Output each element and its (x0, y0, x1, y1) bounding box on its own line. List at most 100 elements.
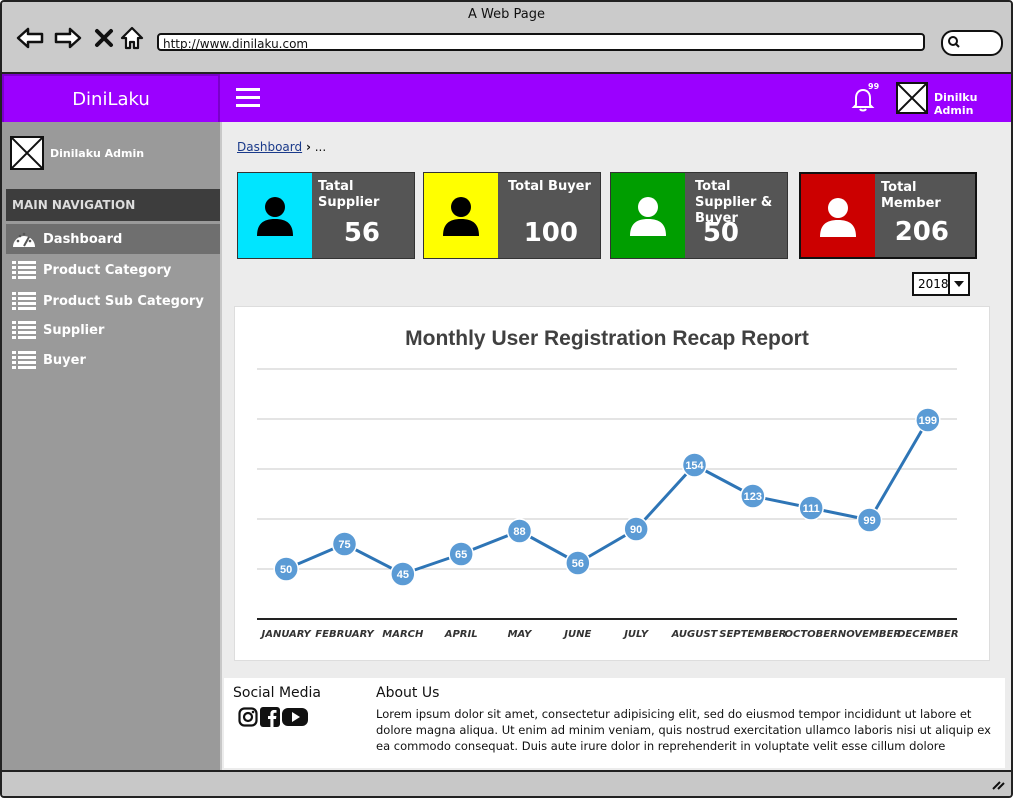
data-label: 99 (863, 515, 875, 527)
x-tick-label: APRIL (444, 629, 478, 640)
resize-grip-icon[interactable] (989, 778, 1005, 790)
notification-count: 99 (868, 82, 880, 91)
stop-x-icon[interactable] (90, 24, 118, 52)
sidebar-item-label: Product Sub Category (43, 293, 204, 309)
stat-card-total-buyer[interactable]: Total Buyer 100 (423, 172, 601, 259)
list-icon (11, 290, 37, 312)
brand-logo[interactable]: DiniLaku (2, 74, 220, 124)
breadcrumb: Dashboard › ... (237, 140, 326, 154)
card-color-block (801, 174, 875, 257)
list-icon (11, 319, 37, 341)
chart-svg: Monthly User Registration Recap Report JA… (257, 327, 959, 640)
x-tick-label: NOVEMBER (838, 629, 901, 640)
data-label: 199 (919, 415, 937, 427)
footer: Social Media About Us Lorem ipsum dolor … (224, 678, 1005, 768)
sidebar-item-label: Product Category (43, 262, 172, 278)
card-value: 56 (343, 218, 380, 248)
address-bar[interactable]: http://www.dinilaku.com (157, 33, 925, 51)
about-us-text: Lorem ipsum dolor sit amet, consectetur … (376, 707, 991, 753)
x-tick-label: MARCH (382, 629, 424, 640)
data-label: 123 (744, 491, 762, 503)
facebook-icon[interactable] (260, 707, 280, 731)
card-label: Total Member (881, 180, 941, 211)
card-value: 206 (894, 217, 949, 247)
browser-search-field[interactable] (941, 30, 1003, 56)
app-header: DiniLaku 99 Dinilku Admin (2, 74, 1011, 124)
sidebar-section-title: MAIN NAVIGATION (6, 189, 220, 221)
sidebar-item-product-category[interactable]: Product Category (6, 255, 220, 285)
menu-toggle-icon[interactable] (236, 88, 260, 108)
youtube-icon[interactable] (282, 707, 308, 731)
x-tick-label: JULY (622, 629, 650, 640)
forward-arrow-icon[interactable] (54, 24, 82, 52)
social-media-title: Social Media (233, 685, 322, 701)
card-color-block (238, 173, 312, 258)
year-select-value: 2018 (918, 277, 949, 291)
browser-window: A Web Page http://www.dinilaku.com DiniL… (0, 0, 1013, 798)
data-label: 45 (397, 569, 409, 581)
user-avatar[interactable] (896, 82, 928, 114)
card-label: Tatal Supplier (318, 179, 380, 210)
series-line (285, 419, 930, 576)
card-value: 100 (523, 218, 578, 248)
stat-card-total-supplier[interactable]: Tatal Supplier 56 (237, 172, 415, 259)
browser-status-bar (2, 770, 1011, 796)
card-color-block (611, 173, 685, 258)
main-content: Dashboard › ... Tatal Supplier 56 Total … (222, 122, 1011, 770)
breadcrumb-dashboard-link[interactable]: Dashboard (237, 140, 302, 154)
user-icon (630, 197, 666, 236)
data-label: 111 (803, 503, 820, 515)
year-select[interactable]: 2018 (912, 272, 970, 296)
user-icon (257, 197, 293, 236)
registration-chart: Monthly User Registration Recap Report JA… (234, 306, 990, 661)
sidebar-item-label: Supplier (43, 322, 105, 338)
x-tick-label: AUGUST (671, 629, 719, 640)
sidebar-item-dashboard[interactable]: Dashboard (6, 224, 220, 254)
data-label: 88 (513, 526, 525, 538)
stat-card-total-supplier-buyer[interactable]: Total Supplier & Buyer 50 (610, 172, 788, 259)
window-title: A Web Page (468, 7, 545, 22)
chart-title: Monthly User Registration Recap Report (405, 327, 809, 350)
user-icon (820, 198, 856, 237)
data-label: 65 (455, 549, 467, 561)
sidebar: Dinilaku Admin MAIN NAVIGATION Dashboard… (2, 122, 220, 770)
sidebar-user-name: Dinilaku Admin (50, 147, 145, 160)
search-icon (948, 36, 960, 48)
about-us-title: About Us (376, 685, 440, 701)
header-user-name[interactable]: Dinilku Admin (934, 91, 1011, 117)
data-label: 56 (572, 558, 584, 570)
social-icons (238, 707, 308, 731)
x-tick-label: DECEMBER (897, 629, 958, 640)
chevron-down-icon[interactable] (948, 274, 968, 294)
card-color-block (424, 173, 498, 258)
back-arrow-icon[interactable] (16, 24, 44, 52)
browser-toolbar: A Web Page http://www.dinilaku.com (2, 2, 1011, 74)
sidebar-item-product-sub-category[interactable]: Product Sub Category (6, 286, 220, 316)
card-label: Total Buyer (508, 179, 591, 194)
data-label: 154 (685, 460, 704, 472)
x-tick-label: MAY (508, 629, 534, 640)
breadcrumb-rest: ... (314, 140, 327, 154)
x-tick-label: OCTOBER (785, 629, 838, 640)
x-tick-label: JUNE (562, 629, 591, 640)
stat-card-total-member[interactable]: Total Member 206 (799, 172, 977, 259)
user-icon (443, 197, 479, 236)
instagram-icon[interactable] (238, 707, 258, 731)
sidebar-avatar (10, 136, 44, 170)
sidebar-item-supplier[interactable]: Supplier (6, 315, 220, 345)
data-label: 75 (338, 539, 350, 551)
breadcrumb-separator: › (305, 140, 311, 154)
data-label: 90 (630, 524, 642, 536)
x-tick-label: JANUARY (260, 629, 313, 640)
list-icon (11, 349, 37, 371)
x-tick-label: FEBRUARY (315, 629, 375, 640)
data-label: 50 (280, 564, 292, 576)
list-icon (11, 259, 37, 281)
sidebar-item-label: Buyer (43, 352, 86, 368)
sidebar-item-label: Dashboard (43, 231, 123, 247)
sidebar-item-buyer[interactable]: Buyer (6, 345, 220, 375)
home-icon[interactable] (118, 24, 146, 52)
dashboard-gauge-icon (11, 228, 37, 250)
card-value: 50 (702, 218, 739, 248)
x-tick-label: SEPTEMBER (719, 629, 786, 640)
